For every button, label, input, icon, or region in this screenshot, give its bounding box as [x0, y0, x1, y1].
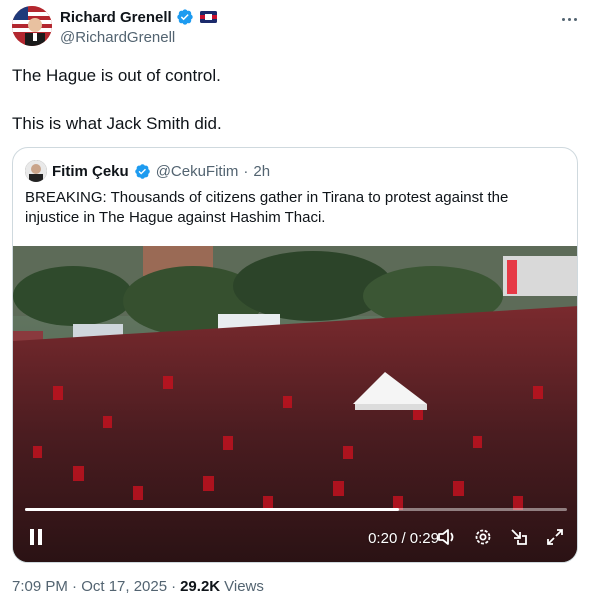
minimize-icon: [511, 529, 527, 545]
pause-icon: [30, 529, 42, 545]
author-handle[interactable]: @RichardGrenell: [60, 29, 175, 46]
views-count: 29.2K: [180, 578, 221, 595]
video-progress-fill: [25, 508, 399, 511]
dot-icon: [567, 17, 571, 21]
more-options-button[interactable]: [558, 8, 580, 30]
video-time: 0:20 / 0:29: [368, 530, 439, 547]
verified-badge-icon: [134, 163, 150, 179]
volume-icon: [438, 529, 454, 545]
tweet-header: Richard Grenell @RichardGrenell: [12, 6, 582, 50]
fullscreen-icon: [547, 529, 563, 545]
quoted-timestamp[interactable]: 2h: [253, 163, 270, 180]
quoted-author-handle[interactable]: @CekuFitim: [156, 163, 239, 180]
dot-icon: [573, 17, 577, 21]
dot-icon: [561, 17, 565, 21]
video-player[interactable]: 0:20 / 0:29: [13, 246, 577, 562]
volume-button[interactable]: [435, 526, 459, 548]
quoted-author-name[interactable]: Fitim Çeku: [52, 163, 129, 180]
quoted-tweet-header: Fitim Çeku @CekuFitim · 2h: [25, 160, 270, 182]
tweet-line-1: The Hague is out of control.: [12, 66, 221, 85]
quoted-author-avatar[interactable]: [25, 160, 47, 182]
tweet-meta: 7:09 PM · Oct 17, 2025 · 29.2K Views: [12, 578, 264, 595]
pause-button[interactable]: [25, 526, 47, 548]
separator-dot: ·: [243, 162, 249, 180]
flag-badge-icon: [199, 11, 217, 23]
separator-dot: ·: [171, 578, 177, 595]
author-avatar[interactable]: [12, 6, 52, 46]
settings-button[interactable]: [471, 526, 495, 548]
tweet-text: The Hague is out of control. This is wha…: [12, 64, 222, 136]
tweet-timestamp[interactable]: 7:09 PM · Oct 17, 2025: [12, 578, 167, 595]
author-name[interactable]: Richard Grenell: [60, 9, 172, 26]
video-progress-bar[interactable]: [25, 508, 567, 511]
video-frame: [13, 246, 577, 562]
fullscreen-button[interactable]: [543, 526, 567, 548]
tweet-line-2: This is what Jack Smith did.: [12, 114, 222, 133]
settings-icon: [475, 529, 491, 545]
quoted-tweet-text: BREAKING: Thousands of citizens gather i…: [25, 189, 509, 226]
quoted-tweet[interactable]: Fitim Çeku @CekuFitim · 2h BREAKING: Tho…: [12, 147, 578, 563]
views-label: Views: [224, 578, 264, 595]
verified-badge-icon: [177, 9, 193, 25]
minimize-button[interactable]: [507, 526, 531, 548]
